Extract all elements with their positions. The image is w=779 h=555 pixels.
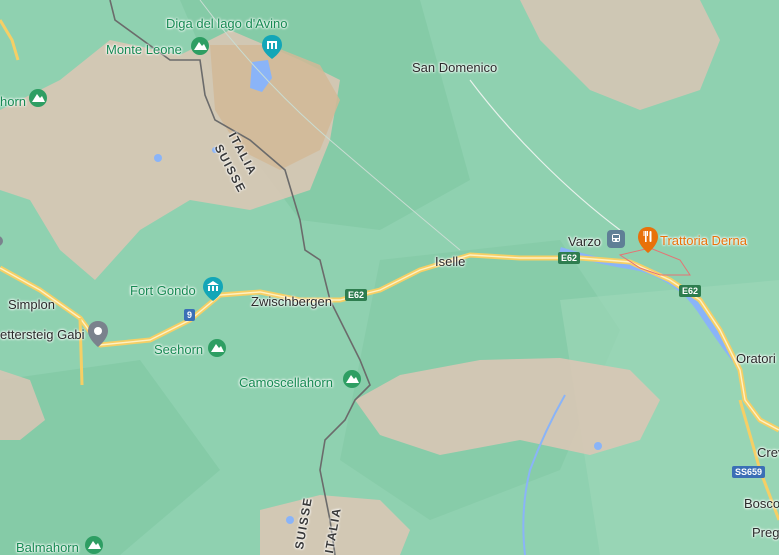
mountain-icon[interactable] [207, 338, 227, 358]
place-crevola[interactable]: Crev [757, 445, 779, 460]
monument-icon[interactable] [202, 276, 224, 302]
mountain-icon[interactable] [28, 88, 48, 108]
road-shield-9: 9 [184, 309, 196, 321]
poi-seehorn-label[interactable]: Seehorn [154, 342, 203, 357]
poi-balmahorn-label[interactable]: Balmahorn [16, 540, 79, 555]
place-oratorio[interactable]: Oratori [736, 351, 776, 366]
road-shield-ss659: SS659 [732, 466, 766, 478]
place-simplon[interactable]: Simplon [8, 297, 55, 312]
mountain-icon[interactable] [342, 369, 362, 389]
restaurant-icon[interactable] [637, 226, 659, 254]
road-shield-e62: E62 [679, 285, 702, 297]
monument-icon[interactable] [261, 34, 283, 60]
road-shield-e62: E62 [558, 252, 581, 264]
place-san-domenico[interactable]: San Domenico [412, 60, 497, 75]
mountain-icon[interactable] [84, 535, 104, 555]
poi-fort-gondo-label[interactable]: Fort Gondo [130, 283, 196, 298]
train-icon[interactable] [606, 229, 626, 249]
poi-diga-label[interactable]: Diga del lago d'Avino [166, 16, 288, 31]
place-bosco[interactable]: Bosco [744, 496, 779, 511]
location-pin-icon[interactable] [87, 320, 109, 348]
poi-horn-label[interactable]: horn [0, 94, 26, 109]
place-varzo[interactable]: Varzo [568, 234, 601, 249]
road-shield-e62: E62 [345, 289, 368, 301]
poi-monte-leone-label[interactable]: Monte Leone [106, 42, 182, 57]
mountain-icon[interactable] [190, 36, 210, 56]
poi-camoscellahorn-label[interactable]: Camoscellahorn [239, 375, 333, 390]
map-canvas[interactable]: San Domenico Varzo Iselle Zwischbergen S… [0, 0, 779, 555]
location-pin-icon[interactable] [0, 234, 4, 248]
poi-trattoria-label[interactable]: Trattoria Derna [660, 233, 747, 248]
place-iselle[interactable]: Iselle [435, 254, 465, 269]
place-zwischbergen[interactable]: Zwischbergen [251, 294, 332, 309]
place-ettersteig[interactable]: ettersteig Gabi [0, 327, 85, 342]
terrain-layer [0, 0, 779, 555]
place-preglia[interactable]: Preg [752, 525, 779, 540]
